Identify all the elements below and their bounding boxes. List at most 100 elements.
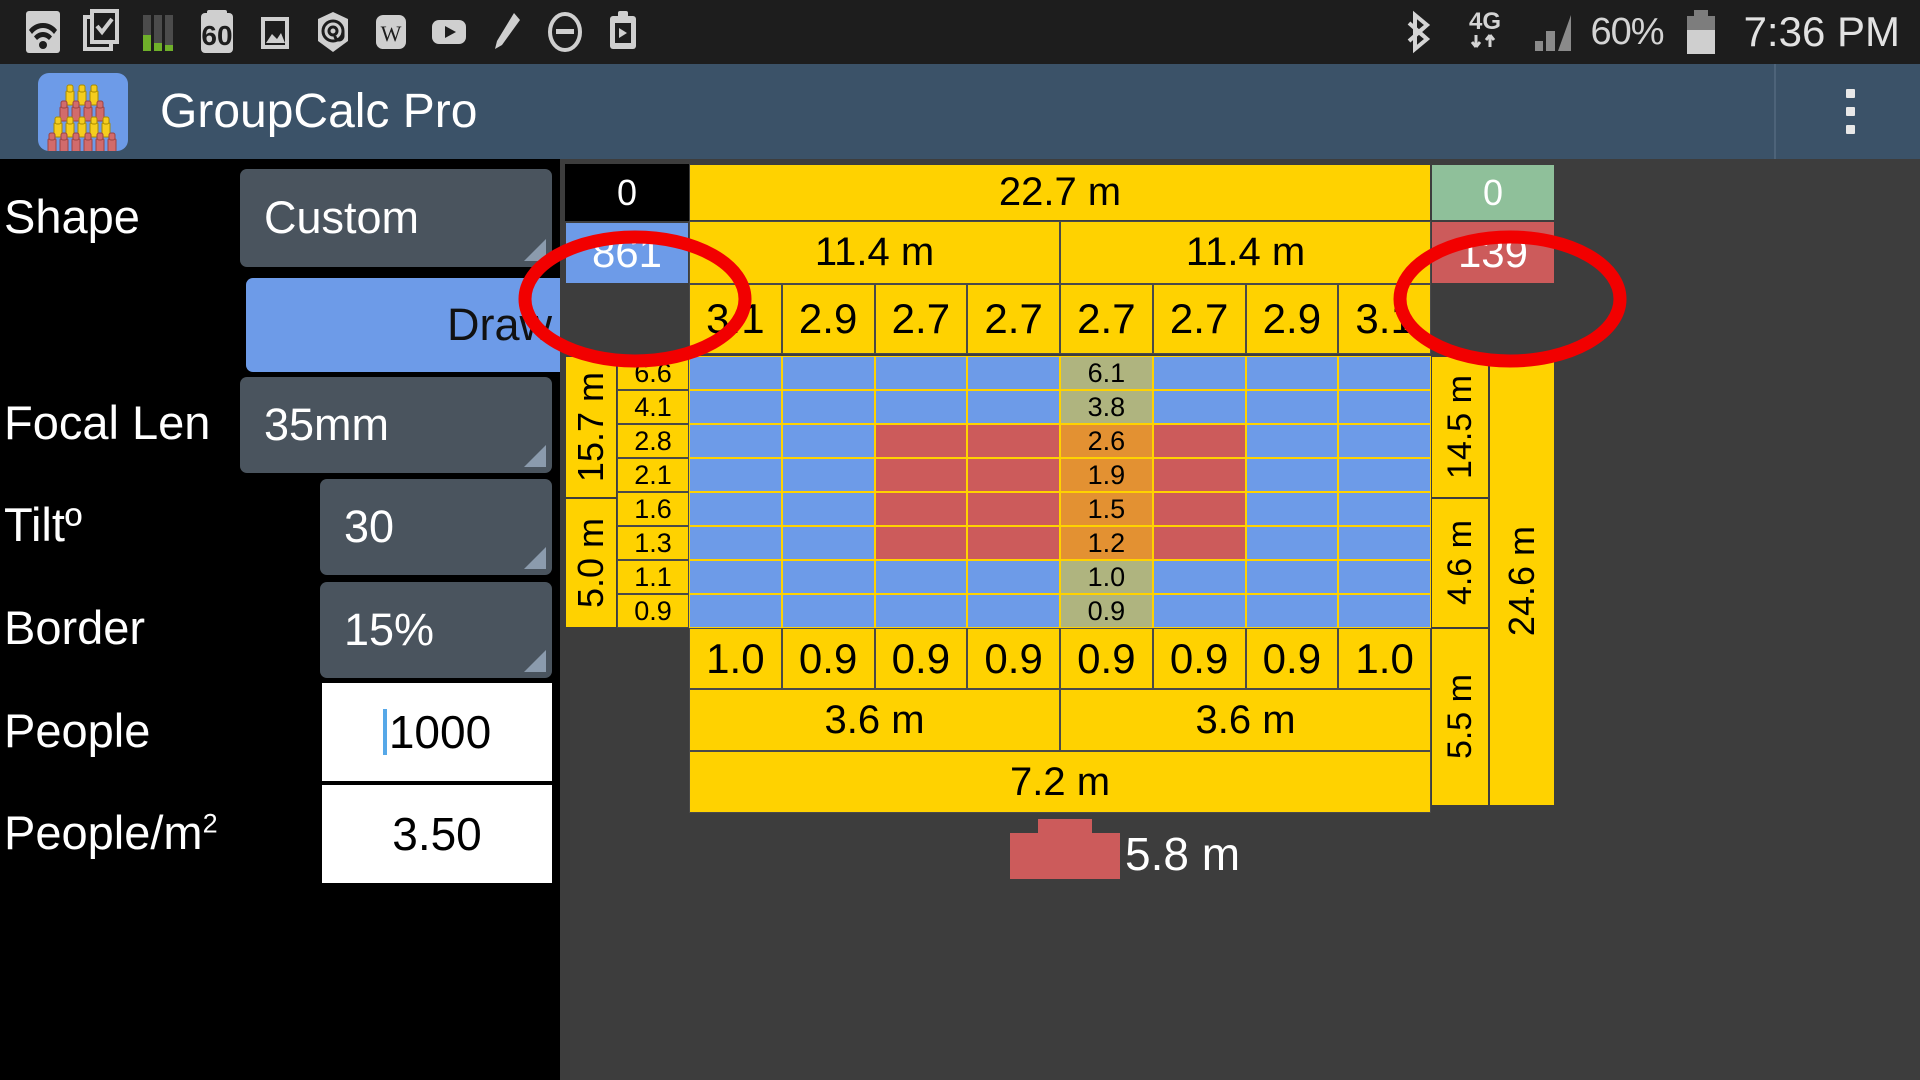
overflow-menu-icon[interactable] (1774, 64, 1880, 159)
seat-block[interactable] (1245, 458, 1339, 492)
seat-block[interactable] (967, 492, 1060, 526)
total-width-value: 22.7 m (998, 170, 1122, 214)
seat-block[interactable] (874, 390, 968, 424)
people-input[interactable]: 1000 (322, 683, 552, 781)
seat-block[interactable] (781, 424, 875, 458)
seat-block[interactable] (874, 560, 968, 594)
seat-block[interactable] (1338, 560, 1431, 594)
people-per-m2-superscript: 2 (202, 808, 218, 839)
center-column-value-cell: 1.5 (1060, 492, 1153, 526)
row-value-cell: 6.6 (617, 356, 689, 390)
seat-block[interactable] (1338, 356, 1431, 390)
seat-block[interactable] (967, 458, 1060, 492)
seat-block[interactable] (781, 526, 875, 560)
row-value-cell: 4.1 (617, 390, 689, 424)
seat-block[interactable] (781, 594, 875, 628)
seat-block[interactable] (1245, 560, 1339, 594)
row-value-cell: 2.1 (617, 458, 689, 492)
column-width-cell: 0.9 (1152, 628, 1246, 689)
layout-diagram[interactable]: 0 861 22.7 m 11.4 m 11.4 m 0 139 3.1 2.9 2… (518, 159, 1920, 1080)
seat-block[interactable] (1152, 424, 1246, 458)
seat-block[interactable] (1245, 594, 1339, 628)
seat-block[interactable] (689, 356, 782, 390)
seat-block[interactable] (1152, 492, 1246, 526)
column-width-cell: 2.7 (874, 284, 968, 354)
seat-block[interactable] (1152, 594, 1246, 628)
right-group-1-value: 14.5 m (1440, 375, 1479, 479)
page-title: GroupCalc Pro (160, 85, 478, 138)
seat-block[interactable] (967, 424, 1060, 458)
seat-block[interactable] (874, 594, 968, 628)
seat-block[interactable] (1338, 526, 1431, 560)
seat-block[interactable] (781, 560, 875, 594)
people-label: People (4, 704, 151, 757)
seat-block[interactable] (967, 594, 1060, 628)
clipboard-icon (602, 9, 644, 55)
seat-block[interactable] (781, 356, 875, 390)
column-width-cell: 1.0 (689, 628, 782, 689)
column-width-cell: 0.9 (874, 628, 968, 689)
shape-value: Custom (264, 192, 420, 243)
people-per-m2-input[interactable]: 3.50 (322, 785, 552, 883)
seat-block[interactable] (1152, 390, 1246, 424)
seat-block[interactable] (874, 458, 968, 492)
battery-percent-label: 60% (1590, 10, 1665, 53)
tilt-spinner[interactable]: 30 (320, 479, 552, 575)
center-column-value-cell: 6.1 (1060, 356, 1153, 390)
seat-block[interactable] (781, 492, 875, 526)
seat-block[interactable] (1338, 424, 1431, 458)
seat-block[interactable] (781, 390, 875, 424)
sixty-icon: 60 (196, 9, 238, 55)
seat-block[interactable] (967, 390, 1060, 424)
seat-block[interactable] (1338, 492, 1431, 526)
left-group-2-value: 5.0 m (570, 517, 611, 609)
seat-block[interactable] (967, 526, 1060, 560)
half-width-right-label: 11.4 m (1060, 221, 1431, 284)
seat-block[interactable] (1338, 594, 1431, 628)
battery-icon (1678, 9, 1724, 55)
seat-block[interactable] (967, 560, 1060, 594)
seat-block[interactable] (1152, 356, 1246, 390)
seat-block[interactable] (689, 492, 782, 526)
seat-block[interactable] (689, 560, 782, 594)
bottom-right-depth-value: 5.5 m (1440, 674, 1479, 760)
seat-block[interactable] (1245, 424, 1339, 458)
wifi-icon (22, 9, 64, 55)
diagram-corner-top-right: 0 (1431, 164, 1555, 221)
seat-block[interactable] (689, 594, 782, 628)
seat-block[interactable] (874, 526, 968, 560)
tasks-icon (80, 9, 122, 55)
seat-block[interactable] (1338, 458, 1431, 492)
seat-block[interactable] (1245, 526, 1339, 560)
seat-block[interactable] (874, 492, 968, 526)
seat-block[interactable] (781, 458, 875, 492)
status-bar-right: 4G 60% 7:36 PM (1399, 8, 1920, 56)
column-width-cell: 2.9 (781, 284, 875, 354)
bottom-right-depth-label: 5.5 m (1431, 628, 1489, 806)
seat-block[interactable] (689, 458, 782, 492)
network-type-4g-icon: 4G (1455, 8, 1515, 55)
seat-block[interactable] (689, 526, 782, 560)
focal-len-spinner[interactable]: 35mm (240, 377, 552, 473)
seat-block[interactable] (1152, 458, 1246, 492)
seat-block[interactable] (1245, 390, 1339, 424)
half-width-left-value: 11.4 m (814, 230, 935, 274)
border-spinner[interactable]: 15% (320, 582, 552, 678)
seat-block[interactable] (689, 424, 782, 458)
seat-block[interactable] (874, 356, 968, 390)
seat-block[interactable] (1152, 560, 1246, 594)
seat-block[interactable] (689, 390, 782, 424)
seat-block[interactable] (1152, 526, 1246, 560)
column-width-cell: 2.7 (1152, 284, 1246, 354)
seat-block[interactable] (874, 424, 968, 458)
draw-button[interactable]: Draw (246, 278, 590, 372)
seat-block[interactable] (1245, 492, 1339, 526)
shape-spinner[interactable]: Custom (240, 169, 552, 267)
seat-block[interactable] (1338, 390, 1431, 424)
count-out-frame-badge: 139 (1431, 221, 1555, 284)
draw-button-label: Draw (446, 299, 552, 350)
bottom-half-left-value: 3.6 m (824, 697, 925, 742)
seat-block[interactable] (967, 356, 1060, 390)
status-bar-left-icons: 60 W (0, 9, 644, 55)
seat-block[interactable] (1245, 356, 1339, 390)
